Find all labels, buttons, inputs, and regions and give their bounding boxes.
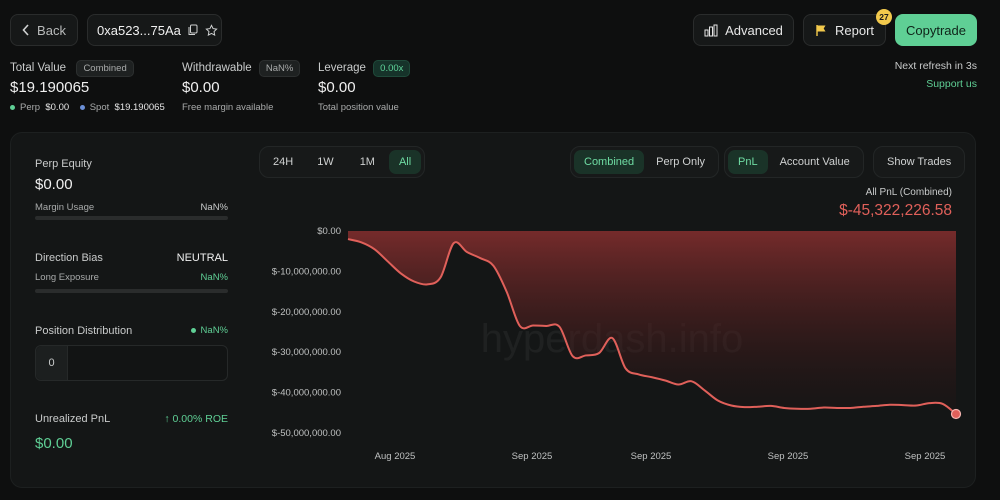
- long-exposure-value: NaN%: [200, 272, 228, 283]
- advanced-label: Advanced: [725, 22, 783, 38]
- chart-title: All PnL (Combined): [865, 187, 952, 198]
- perp-spot-breakdown: Perp $0.00 Spot $19.190065: [10, 102, 165, 113]
- advanced-button[interactable]: Advanced: [693, 14, 794, 46]
- bar-chart-icon: [704, 24, 718, 37]
- long-exposure-bar: [35, 289, 228, 293]
- chart-headline-value: $-45,322,226.58: [839, 202, 952, 219]
- perp-equity-value: $0.00: [35, 176, 73, 193]
- combined-tag: Combined: [76, 60, 134, 77]
- chevron-left-icon: [22, 24, 30, 36]
- report-count-badge: 27: [876, 9, 892, 25]
- wallet-address: 0xa523...75Aa: [97, 22, 181, 38]
- range-all[interactable]: All: [388, 150, 422, 174]
- show-trades-label: Show Trades: [887, 156, 952, 168]
- metric-account-value[interactable]: Account Value: [770, 150, 860, 174]
- position-distribution-label: Position Distribution: [35, 325, 133, 337]
- copy-icon[interactable]: [188, 24, 198, 36]
- leverage-sub: Total position value: [318, 102, 399, 113]
- mode-selector: Combined Perp Only: [570, 146, 720, 178]
- range-24h[interactable]: 24H: [263, 150, 303, 174]
- flag-icon: [815, 24, 828, 37]
- withdrawable-sub: Free margin available: [182, 102, 274, 113]
- star-icon[interactable]: [205, 23, 218, 37]
- leverage-label: Leverage 0.00x: [318, 60, 411, 77]
- margin-usage-bar: [35, 216, 228, 220]
- roe-value: ↑ 0.00% ROE: [164, 413, 228, 425]
- margin-usage-value: NaN%: [200, 202, 228, 213]
- back-label: Back: [37, 22, 66, 38]
- perp-equity-label: Perp Equity: [35, 158, 92, 170]
- back-button[interactable]: Back: [10, 14, 78, 46]
- margin-usage-label: Margin Usage: [35, 202, 95, 213]
- account-stats-sidebar: Perp Equity $0.00 Margin Usage NaN% Dire…: [10, 132, 250, 488]
- position-distribution-box: 0: [35, 345, 228, 381]
- direction-bias-label: Direction Bias: [35, 252, 103, 264]
- range-1m[interactable]: 1M: [348, 150, 387, 174]
- perp-dot: [10, 104, 15, 110]
- withdrawable-label: Withdrawable NaN%: [182, 60, 301, 77]
- show-trades-button[interactable]: Show Trades: [873, 146, 966, 178]
- position-count-cell: 0: [36, 346, 68, 380]
- withdrawable-tag: NaN%: [258, 60, 301, 77]
- status-dot: [190, 327, 196, 333]
- total-value-label: Total Value Combined: [10, 60, 134, 77]
- mode-combined[interactable]: Combined: [574, 150, 645, 174]
- leverage-tag: 0.00x: [373, 60, 411, 77]
- withdrawable-value: $0.00: [182, 79, 220, 96]
- direction-bias-value: NEUTRAL: [176, 252, 228, 264]
- metric-pnl[interactable]: PnL: [728, 150, 768, 174]
- unrealized-pnl-value: $0.00: [35, 435, 73, 452]
- range-1w[interactable]: 1W: [305, 150, 346, 174]
- position-distribution-value: NaN%: [190, 325, 228, 336]
- metric-selector: PnL Account Value: [724, 146, 864, 178]
- support-us-link[interactable]: Support us: [926, 78, 977, 90]
- mode-perp-only[interactable]: Perp Only: [646, 150, 715, 174]
- refresh-countdown: Next refresh in 3s: [894, 60, 977, 72]
- unrealized-pnl-label: Unrealized PnL: [35, 413, 111, 425]
- leverage-value: $0.00: [318, 79, 356, 96]
- address-chip[interactable]: 0xa523...75Aa: [87, 14, 222, 46]
- long-exposure-label: Long Exposure: [35, 272, 99, 283]
- copytrade-label: Copytrade: [906, 22, 966, 38]
- report-label: Report: [834, 22, 875, 38]
- copytrade-button[interactable]: Copytrade: [895, 14, 977, 46]
- report-button[interactable]: Report: [803, 14, 886, 46]
- spot-dot: [79, 104, 85, 110]
- time-range-selector: 24H 1W 1M All: [259, 146, 426, 178]
- total-value: $19.190065: [10, 79, 90, 96]
